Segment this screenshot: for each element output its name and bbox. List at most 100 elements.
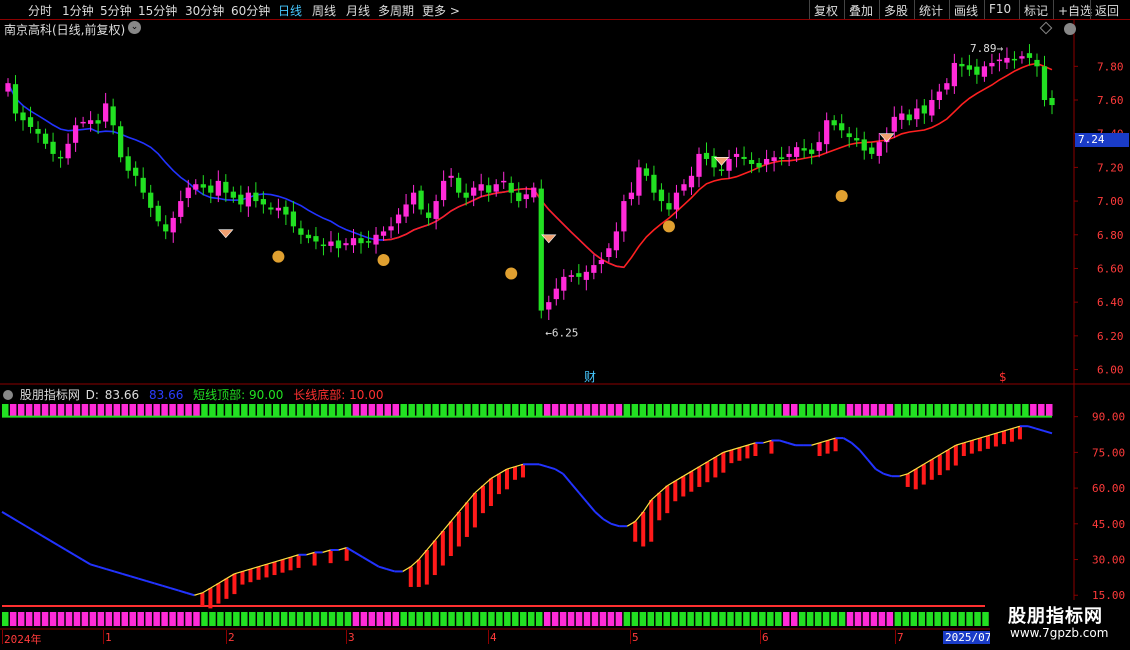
top-signal-bar <box>360 404 368 416</box>
low-price-label: ←6.25 <box>545 327 578 340</box>
top-signal-bar <box>990 404 997 416</box>
candle-body <box>223 181 229 193</box>
price-tick-label: 6.60 <box>1097 262 1124 275</box>
candle-body <box>140 177 146 193</box>
bottom-signal-bar <box>910 612 918 626</box>
indicator-d-line <box>162 584 171 590</box>
indicator-histogram-bar <box>913 469 918 490</box>
candle-body <box>50 141 56 154</box>
bottom-signal-bar <box>623 612 631 626</box>
indicator-d-line <box>9 515 19 523</box>
indicator-histogram-bar <box>633 521 638 542</box>
indicator-toggle-icon[interactable] <box>3 390 13 400</box>
indicator-d-line <box>178 589 187 594</box>
indicator-histogram-bar <box>961 442 966 456</box>
candle-body <box>568 275 574 277</box>
bottom-signal-bar <box>408 612 415 626</box>
bottom-signal-bar <box>719 612 726 626</box>
indicator-header: 股朋指标网 D: 83.66 83.66 短线顶部: 90.00 长线底部: 1… <box>0 386 389 402</box>
candle-body <box>966 65 973 70</box>
top-signal-bar <box>934 404 941 416</box>
candle-body <box>440 180 447 201</box>
top-signal-bar <box>145 404 152 416</box>
bottom-signal-bar <box>607 612 615 626</box>
candle-body <box>373 234 379 245</box>
top-signal-bar <box>113 404 121 416</box>
bottom-signal-bar <box>368 612 376 626</box>
indicator-histogram-bar <box>673 480 678 502</box>
bottom-signal-bar <box>472 612 479 626</box>
top-signal-bar <box>1038 404 1045 416</box>
top-signal-bar <box>137 404 144 416</box>
top-signal-bar <box>791 404 798 416</box>
bottom-signal-bar <box>838 612 846 626</box>
candle-body <box>989 62 995 67</box>
indicator-histogram-bar <box>1001 430 1006 445</box>
d-value: 83.66 <box>104 388 140 402</box>
indicator-histogram-bar <box>432 540 437 576</box>
bottom-signal-bar <box>33 612 41 626</box>
indicator-histogram-bar <box>977 438 982 452</box>
candle-body <box>335 240 342 249</box>
candle-body <box>388 226 394 231</box>
bottom-signal-bar <box>464 612 471 626</box>
top-signal-bar <box>1006 404 1013 416</box>
candle-body <box>763 158 770 165</box>
bottom-signal-bar <box>424 612 431 626</box>
watermark-url: www.7gpzb.com <box>1010 626 1109 640</box>
indicator-histogram-bar <box>224 578 229 599</box>
candle-body <box>27 117 34 127</box>
bottom-signal-bar <box>591 612 599 626</box>
top-signal-bar <box>129 404 136 416</box>
indicator-histogram-bar <box>312 552 317 566</box>
candle-body <box>193 184 199 190</box>
candle-body <box>478 184 484 191</box>
top-signal-bar <box>304 404 312 416</box>
bottom-signal-bar <box>177 612 184 626</box>
indicator-histogram-bar <box>440 530 445 566</box>
stock-chart[interactable]: 7.807.607.407.207.006.806.606.406.206.00… <box>0 0 1130 650</box>
date-tick-mark <box>226 630 227 644</box>
bottom-signal-bar <box>958 612 965 626</box>
candle-body <box>756 163 762 168</box>
indicator-histogram-bar <box>817 442 822 456</box>
bottom-signal-bar <box>9 612 17 626</box>
bottom-signal-bar <box>384 612 392 626</box>
indicator-d-line <box>121 572 131 578</box>
top-signal-bar <box>496 404 503 416</box>
indicator-d-line <box>586 501 596 513</box>
bottom-signal-bar <box>105 612 113 626</box>
indicator-d-line <box>578 492 588 504</box>
candle-body <box>944 83 950 90</box>
bottom-signal-bar <box>878 612 886 626</box>
bottom-signal-bar <box>551 612 559 626</box>
candle-body <box>290 211 297 227</box>
candle-body <box>110 106 116 126</box>
indicator-d-line <box>362 556 372 563</box>
indicator-histogram-bar <box>512 466 517 480</box>
current-price-tag: 7.24 <box>1075 133 1129 147</box>
top-signal-bar <box>607 404 615 416</box>
date-tick-mark <box>103 630 104 644</box>
candle-body <box>456 177 462 193</box>
bottom-signal-bar <box>695 612 702 626</box>
bottom-signal-bar <box>249 612 256 626</box>
bottom-signal-bar <box>65 612 73 626</box>
candle-body <box>365 241 372 243</box>
bottom-signal-bar <box>830 612 838 626</box>
indicator-d-line <box>145 579 155 585</box>
indicator-d-line <box>602 518 612 525</box>
indicator-tick-label: 60.00 <box>1092 482 1125 495</box>
bottom-signal-bar <box>639 612 647 626</box>
candle-body <box>350 238 357 246</box>
bottom-signal-bar <box>328 612 336 626</box>
top-signal-bar <box>225 404 232 416</box>
top-signal-bar <box>384 404 392 416</box>
top-signal-bar <box>926 404 933 416</box>
candle-body <box>546 302 552 310</box>
candle-body <box>118 126 124 158</box>
indicator-d-line <box>105 568 115 573</box>
bottom-signal-bar <box>137 612 144 626</box>
candle-body <box>959 63 965 67</box>
top-signal-bar <box>57 404 65 416</box>
